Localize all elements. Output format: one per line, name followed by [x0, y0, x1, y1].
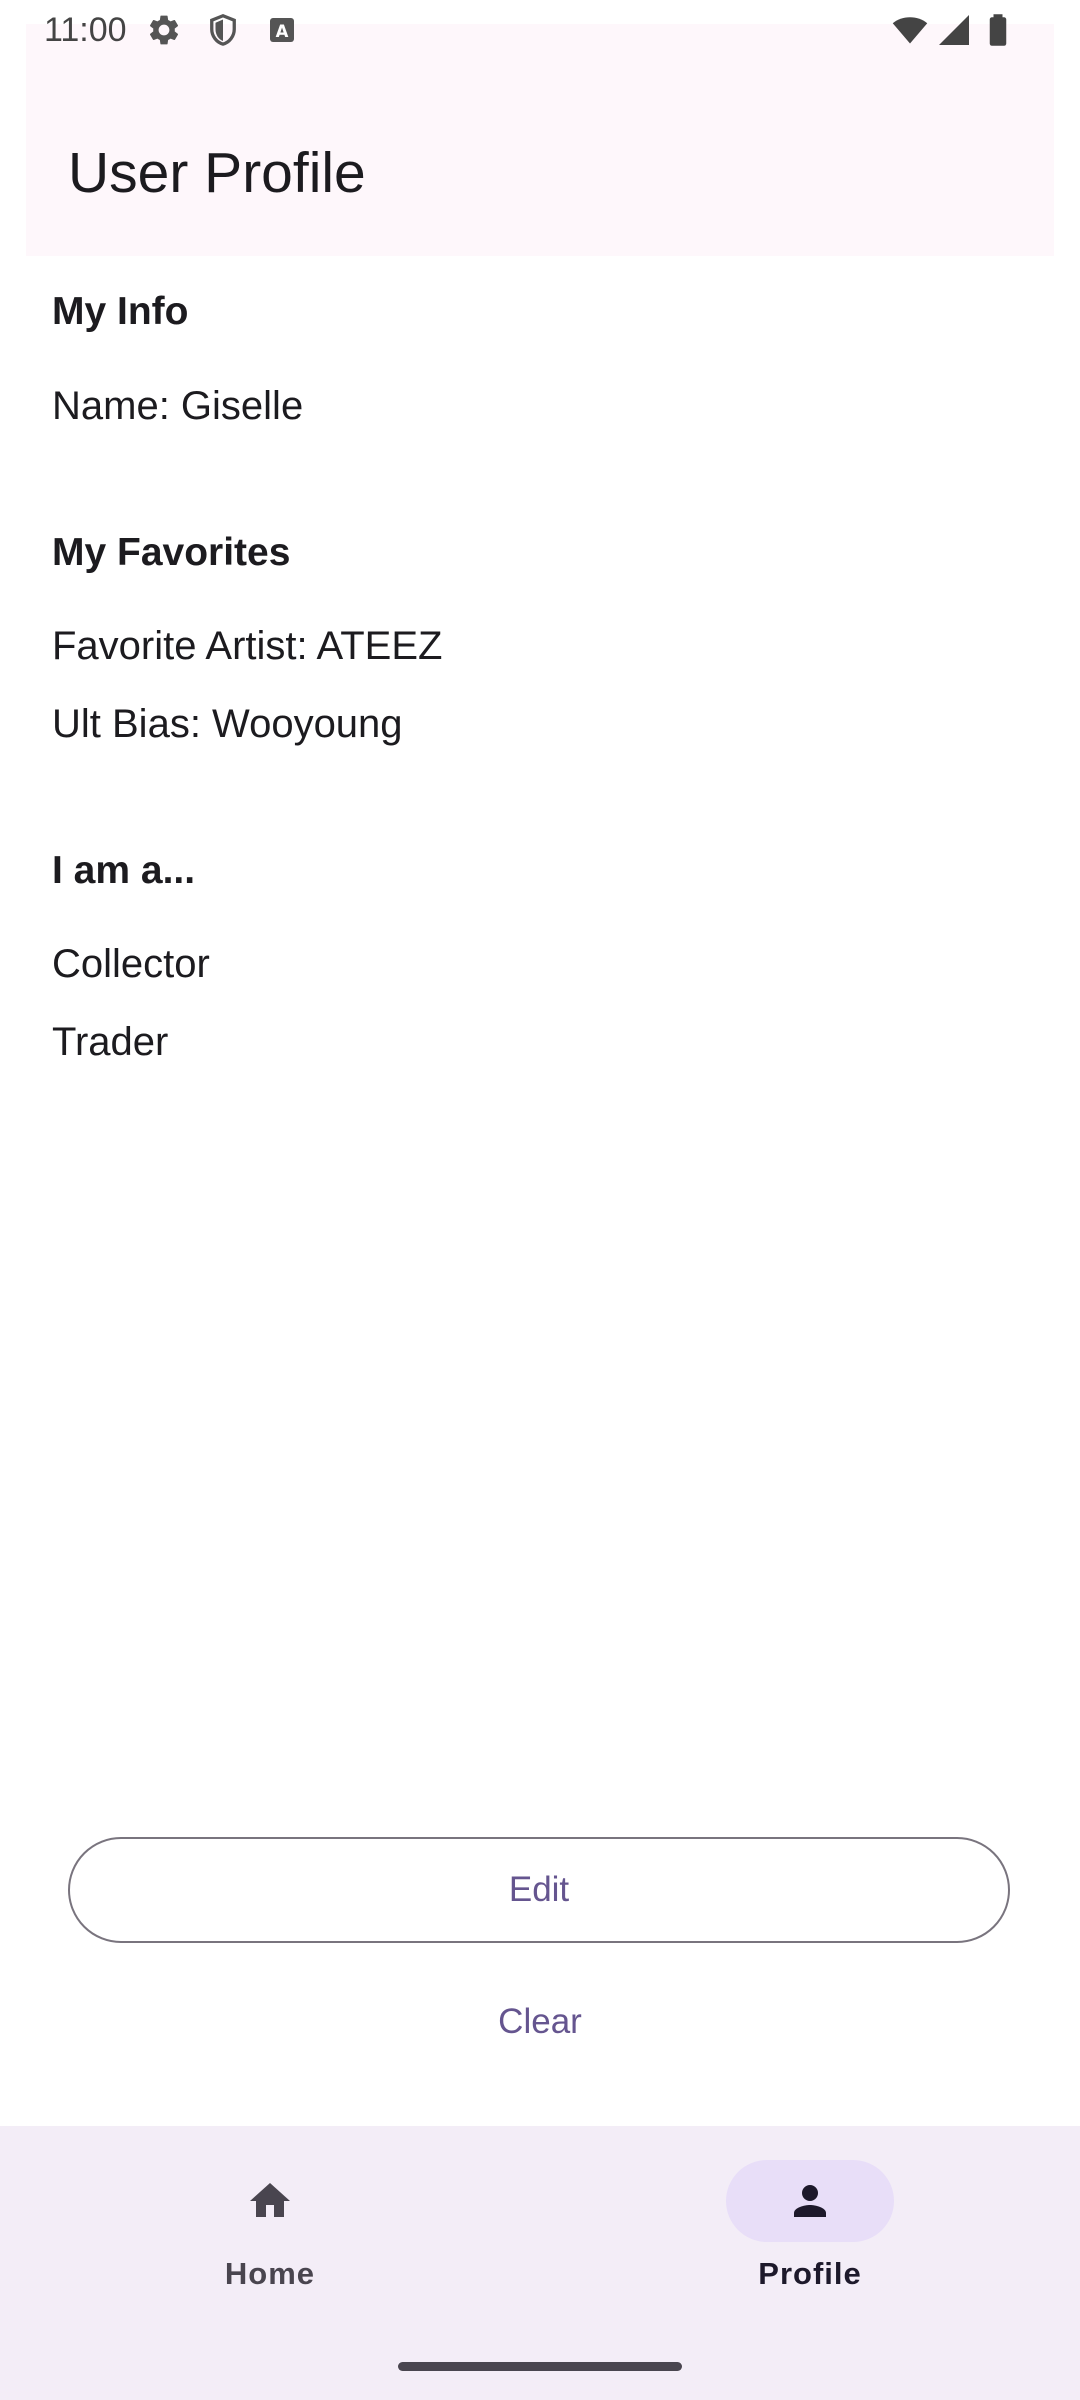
role-collector-text: Collector	[52, 942, 210, 986]
gesture-handle[interactable]	[398, 2362, 682, 2371]
signal-icon	[936, 12, 972, 48]
battery-icon	[980, 12, 1016, 48]
role-trader-text: Trader	[52, 1020, 169, 1064]
favorite-artist-text: Favorite Artist: ATEEZ	[52, 624, 443, 668]
my-info-heading: My Info	[52, 290, 189, 333]
svg-text:A: A	[276, 22, 289, 41]
i-am-a-heading: I am a...	[52, 849, 196, 892]
edit-button[interactable]: Edit	[68, 1837, 1010, 1943]
person-icon	[786, 2177, 834, 2225]
nav-label-profile: Profile	[758, 2256, 862, 2291]
my-favorites-heading: My Favorites	[52, 531, 291, 574]
clear-button[interactable]: Clear	[440, 1990, 640, 2054]
name-text: Name: Giselle	[52, 384, 304, 428]
profile-screen: User Profile 11:00 A My Info Name: Gisel…	[0, 0, 1080, 2400]
shield-icon	[205, 12, 241, 48]
status-bar: 11:00 A	[0, 0, 1080, 62]
keyboard-a-icon: A	[264, 12, 300, 48]
nav-label-home: Home	[224, 2256, 316, 2291]
settings-icon	[146, 12, 182, 48]
wifi-icon	[890, 12, 930, 48]
edit-button-label: Edit	[508, 1870, 570, 1909]
page-title: User Profile	[68, 141, 366, 205]
clear-button-label: Clear	[498, 2002, 582, 2041]
bottom-navigation: Home Profile	[0, 2126, 1080, 2400]
ult-bias-text: Ult Bias: Wooyoung	[52, 702, 403, 746]
nav-item-home[interactable]: Home	[150, 2158, 390, 2308]
status-time: 11:00	[44, 11, 127, 49]
nav-item-profile[interactable]: Profile	[690, 2158, 930, 2308]
home-icon	[246, 2177, 294, 2225]
